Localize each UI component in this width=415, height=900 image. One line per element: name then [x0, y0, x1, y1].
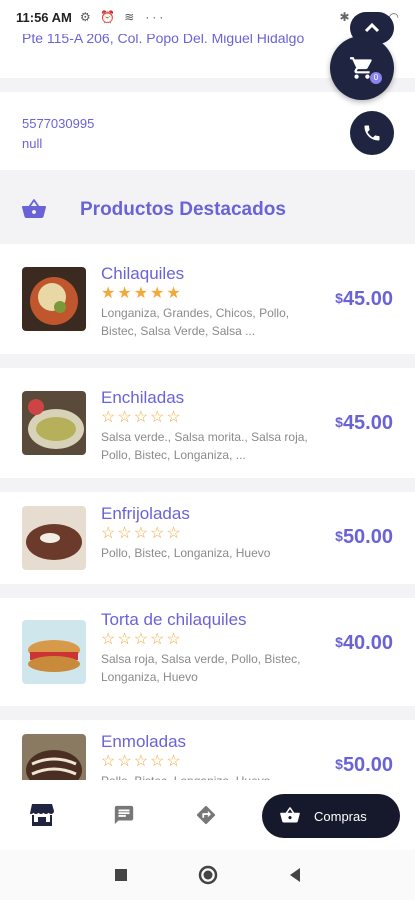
basket-icon — [22, 199, 46, 218]
chat-icon — [114, 805, 134, 825]
status-icons: ⚙ ⏰ ≋ — [79, 10, 138, 24]
basket-icon — [280, 807, 300, 823]
phone-number: 5577030995 — [22, 116, 95, 131]
star-rating: ☆☆☆☆☆ — [101, 753, 183, 770]
store-icon — [30, 804, 54, 826]
star-rating: ☆☆☆☆☆ — [101, 631, 183, 648]
bottom-navigation: Compras — [0, 780, 415, 850]
product-price: $40.00 — [335, 632, 393, 654]
nav-directions[interactable] — [186, 795, 226, 835]
product-name: Chilaquiles — [101, 264, 185, 283]
product-info: Enchiladas ☆☆☆☆☆ Salsa verde., Salsa mor… — [101, 388, 311, 464]
product-item-torta-de-chilaquiles[interactable]: Torta de chilaquiles ☆☆☆☆☆ Salsa roja, S… — [0, 598, 415, 706]
product-name: Enfrijoladas — [101, 504, 190, 523]
product-list: Chilaquiles ★★★★★ Longaniza, Grandes, Ch… — [0, 244, 415, 844]
star-rating: ★★★★★ — [101, 285, 183, 302]
directions-icon — [196, 805, 216, 825]
status-time: 11:56 AM — [16, 9, 72, 25]
star-rating: ☆☆☆☆☆ — [101, 525, 183, 542]
product-info: Enfrijoladas ☆☆☆☆☆ Pollo, Bistec, Longan… — [101, 504, 311, 562]
product-price: $45.00 — [335, 288, 393, 310]
product-image — [22, 620, 86, 684]
product-info: Chilaquiles ★★★★★ Longaniza, Grandes, Ch… — [101, 264, 311, 340]
product-item-chilaquiles[interactable]: Chilaquiles ★★★★★ Longaniza, Grandes, Ch… — [0, 244, 415, 354]
product-description: Salsa roja, Salsa verde, Pollo, Bistec, … — [101, 652, 301, 684]
product-item-enfrijoladas[interactable]: Enfrijoladas ☆☆☆☆☆ Pollo, Bistec, Longan… — [0, 492, 415, 584]
product-description: Salsa verde., Salsa morita., Salsa roja,… — [101, 430, 308, 462]
nav-store[interactable] — [22, 795, 62, 835]
system-navigation-bar — [0, 850, 415, 900]
status-more: ··· — [145, 10, 167, 24]
compras-button[interactable]: Compras — [262, 794, 400, 838]
product-description: Pollo, Bistec, Longaniza, Huevo — [101, 546, 271, 560]
bluetooth-icon: ✱ — [339, 10, 350, 24]
call-button[interactable] — [350, 111, 394, 155]
nav-messages[interactable] — [104, 795, 144, 835]
home-icon[interactable] — [198, 865, 218, 885]
product-price: $50.00 — [335, 526, 393, 548]
chevron-up-icon — [364, 22, 380, 33]
product-name: Enmoladas — [101, 732, 187, 751]
product-image — [22, 391, 86, 455]
cart-button[interactable]: 0 — [330, 36, 394, 100]
product-image — [22, 267, 86, 331]
recents-icon[interactable] — [114, 868, 128, 882]
featured-products-header: Productos Destacados — [0, 182, 415, 238]
phone-icon — [364, 125, 380, 141]
product-name: Enchiladas — [101, 388, 185, 407]
contact-extra: null — [22, 136, 43, 151]
section-title: Productos Destacados — [80, 199, 286, 220]
product-image — [22, 506, 86, 570]
back-icon[interactable] — [288, 867, 302, 883]
product-name: Torta de chilaquiles — [101, 610, 247, 629]
product-info: Torta de chilaquiles ☆☆☆☆☆ Salsa roja, S… — [101, 610, 311, 686]
product-item-enchiladas[interactable]: Enchiladas ☆☆☆☆☆ Salsa verde., Salsa mor… — [0, 368, 415, 478]
product-description: Longaniza, Grandes, Chicos, Pollo, Biste… — [101, 306, 290, 338]
star-rating: ☆☆☆☆☆ — [101, 409, 183, 426]
cart-count-badge: 0 — [370, 72, 382, 84]
product-price: $50.00 — [335, 754, 393, 776]
product-price: $45.00 — [335, 412, 393, 434]
compras-label: Compras — [314, 808, 367, 824]
